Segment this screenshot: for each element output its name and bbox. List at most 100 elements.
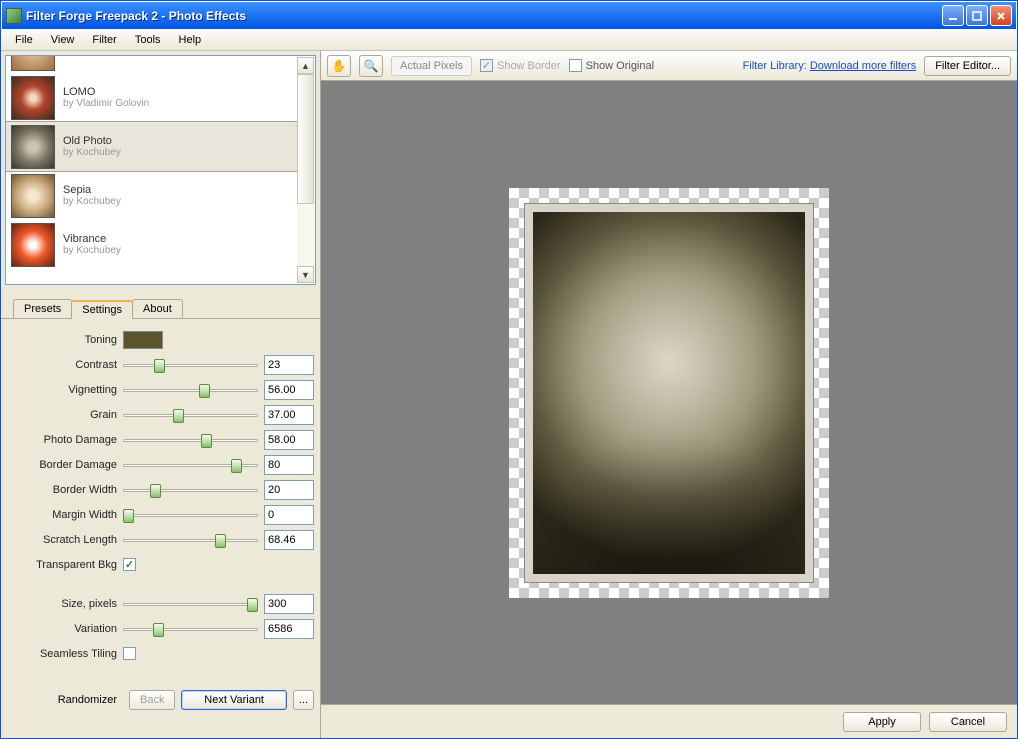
randomizer-label: Randomizer	[7, 694, 123, 706]
show-border-group: ✓ Show Border	[480, 59, 561, 72]
filter-thumb-icon	[11, 223, 55, 267]
close-button[interactable]	[990, 5, 1012, 26]
filter-author: by Kochubey	[63, 147, 121, 158]
filter-author: by Kochubey	[63, 245, 121, 256]
border-width-value[interactable]	[264, 480, 314, 500]
margin-width-slider[interactable]	[123, 505, 258, 525]
filter-thumb-icon	[11, 174, 55, 218]
variation-value[interactable]	[264, 619, 314, 639]
apply-button[interactable]: Apply	[843, 712, 921, 732]
titlebar: Filter Forge Freepack 2 - Photo Effects	[1, 1, 1017, 29]
vignetting-slider[interactable]	[123, 380, 258, 400]
randomizer-more-button[interactable]: ...	[293, 690, 314, 710]
size-value[interactable]	[264, 594, 314, 614]
filter-name: Vibrance	[63, 233, 121, 245]
scrollbar[interactable]: ▲ ▼	[297, 57, 314, 283]
tab-settings[interactable]: Settings	[71, 300, 133, 319]
filter-list: by Kochubey LOMO by Vladimir Golovin	[5, 55, 316, 285]
filter-item-selected[interactable]: Old Photo by Kochubey	[6, 122, 297, 171]
show-border-label: Show Border	[497, 60, 561, 72]
menu-filter[interactable]: Filter	[84, 32, 124, 48]
scroll-track[interactable]	[297, 74, 314, 266]
margin-width-value[interactable]	[264, 505, 314, 525]
transparent-bkg-checkbox[interactable]: ✓	[123, 558, 136, 571]
border-width-label: Border Width	[7, 484, 123, 496]
preview-canvas[interactable]	[321, 81, 1017, 704]
scroll-down-icon[interactable]: ▼	[297, 266, 314, 283]
toning-swatch[interactable]	[123, 331, 163, 349]
toning-label: Toning	[7, 334, 123, 346]
menu-help[interactable]: Help	[171, 32, 210, 48]
magnifier-icon: 🔍	[364, 59, 379, 73]
border-damage-slider[interactable]	[123, 455, 258, 475]
photo-damage-value[interactable]	[264, 430, 314, 450]
show-original-group: Show Original	[569, 59, 654, 72]
filter-library-text: Filter Library: Download more filters	[743, 60, 917, 72]
scroll-thumb[interactable]	[297, 74, 314, 204]
scratch-length-value[interactable]	[264, 530, 314, 550]
transparency-checker	[509, 188, 829, 598]
left-panel: by Kochubey LOMO by Vladimir Golovin	[1, 51, 321, 738]
filter-author: by Kochubey	[63, 196, 121, 207]
back-button[interactable]: Back	[129, 690, 175, 710]
filter-item[interactable]: Vibrance by Kochubey	[6, 220, 297, 269]
actual-pixels-button[interactable]: Actual Pixels	[391, 56, 472, 76]
seamless-checkbox[interactable]	[123, 647, 136, 660]
menubar: File View Filter Tools Help	[1, 29, 1017, 51]
show-original-label: Show Original	[586, 60, 654, 72]
scratch-length-slider[interactable]	[123, 530, 258, 550]
tab-strip: Presets Settings About	[13, 299, 320, 318]
contrast-slider[interactable]	[123, 355, 258, 375]
filter-item[interactable]: Sepia by Kochubey	[6, 171, 297, 220]
maximize-button[interactable]	[966, 5, 988, 26]
grain-value[interactable]	[264, 405, 314, 425]
show-original-checkbox[interactable]	[569, 59, 582, 72]
hand-icon: ✋	[332, 59, 347, 73]
scratch-length-label: Scratch Length	[7, 534, 123, 546]
border-width-slider[interactable]	[123, 480, 258, 500]
contrast-label: Contrast	[7, 359, 123, 371]
window-title: Filter Forge Freepack 2 - Photo Effects	[26, 9, 942, 23]
filter-name: Old Photo	[63, 135, 121, 147]
right-panel: ✋ 🔍 Actual Pixels ✓ Show Border Show Ori…	[321, 51, 1017, 738]
filter-item[interactable]: LOMO by Vladimir Golovin	[6, 73, 297, 122]
tab-presets[interactable]: Presets	[13, 299, 72, 318]
scroll-up-icon[interactable]: ▲	[297, 57, 314, 74]
app-icon	[6, 8, 22, 24]
photo-damage-slider[interactable]	[123, 430, 258, 450]
filter-thumb-icon	[11, 125, 55, 169]
photo-damage-label: Photo Damage	[7, 434, 123, 446]
filter-author: by Vladimir Golovin	[63, 98, 149, 109]
photo-border	[524, 203, 814, 583]
settings-panel: Toning Contrast Vignetting Grain	[1, 318, 320, 738]
contrast-value[interactable]	[264, 355, 314, 375]
vignetting-value[interactable]	[264, 380, 314, 400]
variation-slider[interactable]	[123, 619, 258, 639]
zoom-tool-button[interactable]: 🔍	[359, 55, 383, 77]
filter-thumb-icon	[11, 76, 55, 120]
grain-slider[interactable]	[123, 405, 258, 425]
menu-view[interactable]: View	[43, 32, 83, 48]
size-label: Size, pixels	[7, 598, 123, 610]
cancel-button[interactable]: Cancel	[929, 712, 1007, 732]
pan-tool-button[interactable]: ✋	[327, 55, 351, 77]
grain-label: Grain	[7, 409, 123, 421]
size-slider[interactable]	[123, 594, 258, 614]
filter-name: Sepia	[63, 184, 121, 196]
margin-width-label: Margin Width	[7, 509, 123, 521]
minimize-button[interactable]	[942, 5, 964, 26]
show-border-checkbox[interactable]: ✓	[480, 59, 493, 72]
filter-item[interactable]: by Kochubey	[6, 56, 297, 73]
tab-about[interactable]: About	[132, 299, 183, 318]
menu-file[interactable]: File	[7, 32, 41, 48]
preview-image	[533, 212, 805, 574]
next-variant-button[interactable]: Next Variant	[181, 690, 286, 710]
vignetting-label: Vignetting	[7, 384, 123, 396]
variation-label: Variation	[7, 623, 123, 635]
border-damage-value[interactable]	[264, 455, 314, 475]
filter-name: LOMO	[63, 86, 149, 98]
filter-editor-button[interactable]: Filter Editor...	[924, 56, 1011, 76]
download-filters-link[interactable]: Download more filters	[810, 60, 916, 72]
transparent-bkg-label: Transparent Bkg	[7, 559, 123, 571]
menu-tools[interactable]: Tools	[127, 32, 169, 48]
